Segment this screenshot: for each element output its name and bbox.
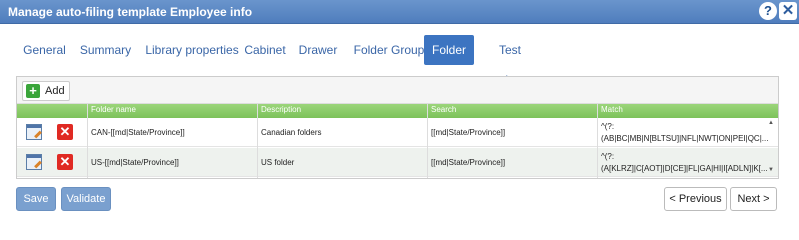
tab-summary[interactable]: Summary	[78, 35, 133, 65]
tab-general[interactable]: General	[16, 35, 73, 65]
tab-bar: General Summary Library properties Cabin…	[16, 35, 782, 87]
previous-button[interactable]: < Previous	[664, 187, 727, 211]
help-icon[interactable]: ?	[759, 2, 777, 20]
match-cell-line2: (A[KLRZ]|C[AOT]|D[CE]|FL|GA|HI|I[ADLN]|K…	[601, 164, 768, 173]
edit-icon[interactable]	[26, 124, 42, 140]
folder-grid: + Add Folder name Description Search Mat…	[16, 76, 779, 179]
match-cell-line1: ^(?:	[601, 152, 615, 161]
folder-name-cell: US-[[md|State/Province]]	[91, 158, 179, 167]
table-row[interactable]: ✕ US-[[md|State/Province]] US folder [[m…	[17, 148, 778, 177]
column-divider	[257, 104, 258, 178]
col-match[interactable]: Match	[601, 105, 623, 114]
col-description[interactable]: Description	[261, 105, 301, 114]
description-cell: US folder	[261, 158, 295, 167]
add-button[interactable]: + Add	[22, 81, 70, 101]
grid-header: Folder name Description Search Match	[17, 104, 778, 118]
folder-name-cell: CAN-[[md|State/Province]]	[91, 128, 185, 137]
search-cell: [[md|State/Province]]	[431, 128, 506, 137]
next-button[interactable]: Next >	[730, 187, 777, 211]
add-icon: +	[26, 84, 40, 98]
table-row[interactable]: ✕ CAN-[[md|State/Province]] Canadian fol…	[17, 118, 778, 147]
tab-folder-group[interactable]: Folder Group	[349, 35, 429, 65]
description-cell: Canadian folders	[261, 128, 322, 137]
column-divider	[87, 104, 88, 178]
search-cell: [[md|State/Province]]	[431, 158, 506, 167]
tab-test-values[interactable]: Test values	[482, 35, 538, 87]
tab-library-properties[interactable]: Library properties	[142, 35, 242, 65]
column-divider	[427, 104, 428, 178]
window-title: Manage auto-filing template Employee inf…	[8, 5, 253, 19]
delete-icon[interactable]: ✕	[57, 154, 73, 170]
delete-icon[interactable]: ✕	[57, 124, 73, 140]
match-cell-line1: ^(?:	[601, 122, 615, 131]
grid-scrollbar[interactable]: ▲ ▼	[766, 118, 778, 178]
col-folder-name[interactable]: Folder name	[91, 105, 136, 114]
tab-folder[interactable]: Folder	[424, 35, 474, 65]
save-button[interactable]: Save	[16, 187, 56, 211]
scroll-up-icon[interactable]: ▲	[768, 120, 774, 126]
col-search[interactable]: Search	[431, 105, 456, 114]
scroll-down-icon[interactable]: ▼	[768, 167, 774, 173]
match-cell-line2: (AB|BC|MB|N[BLTSU]|NFL|NWT|ON|PEI|QC|...	[601, 134, 769, 143]
add-label: Add	[45, 85, 65, 97]
grid-toolbar: + Add	[17, 77, 778, 104]
column-divider	[597, 104, 598, 178]
close-icon[interactable]: ✕	[779, 2, 797, 20]
tab-cabinet[interactable]: Cabinet	[242, 35, 288, 65]
validate-button[interactable]: Validate	[61, 187, 111, 211]
title-bar: Manage auto-filing template Employee inf…	[0, 0, 799, 24]
tab-drawer[interactable]: Drawer	[297, 35, 339, 65]
edit-icon[interactable]	[26, 154, 42, 170]
